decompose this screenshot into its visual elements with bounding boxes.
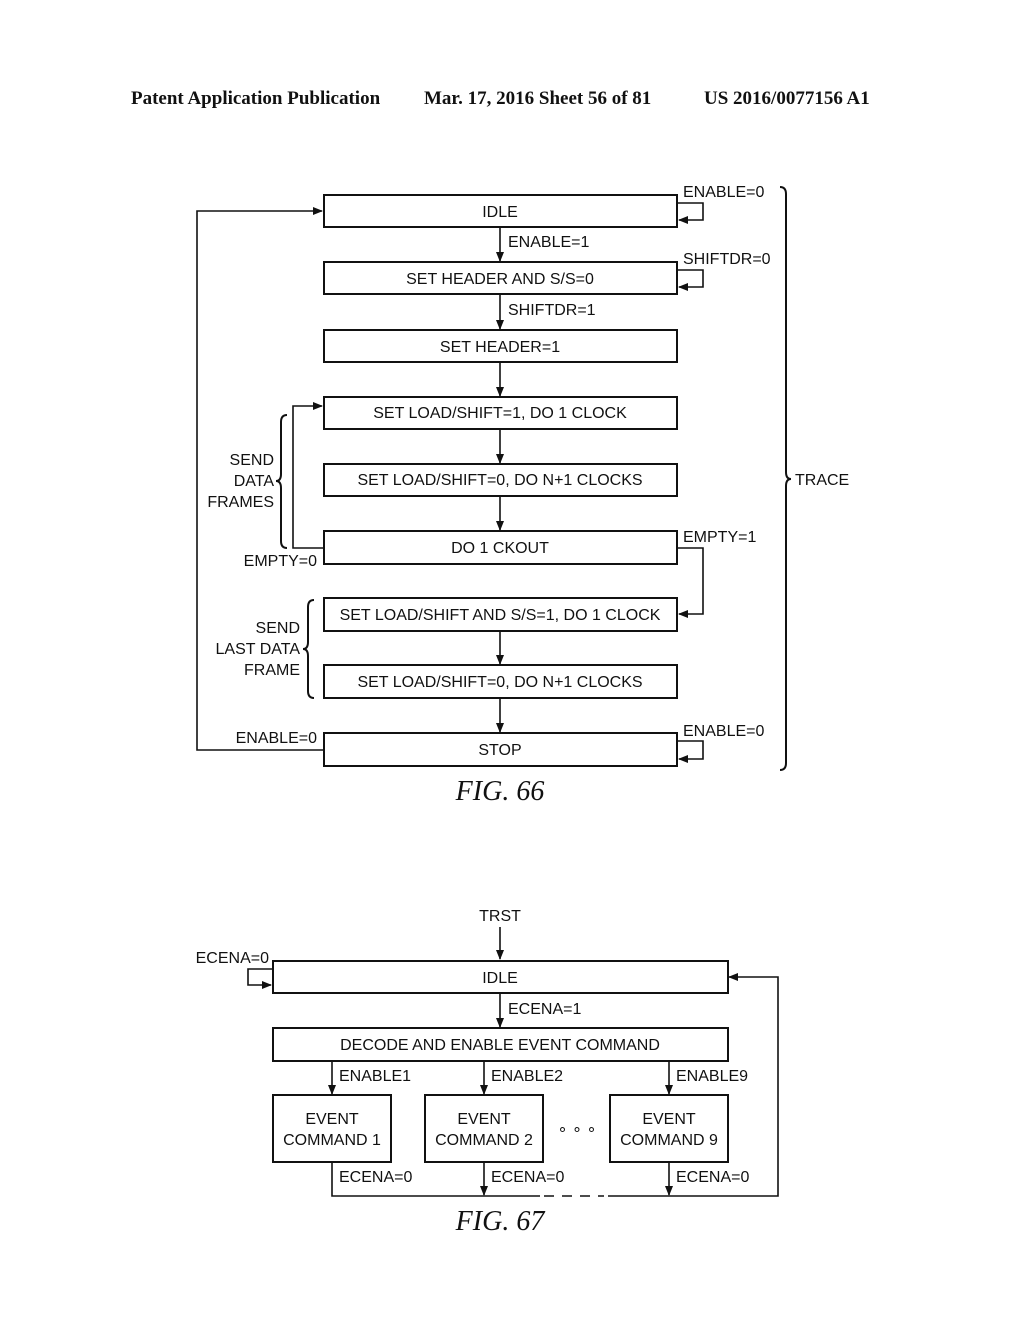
state-do-ckout: DO 1 CKOUT	[323, 530, 678, 565]
label-enable9: ENABLE9	[676, 1068, 748, 1085]
event1-label-1: EVENT	[305, 1111, 359, 1128]
state-load-shift1: SET LOAD/SHIFT=1, DO 1 CLOCK	[323, 396, 678, 430]
state-load-shift0-b: SET LOAD/SHIFT=0, DO N+1 CLOCKS	[323, 664, 678, 699]
label-enable1: ENABLE1	[339, 1068, 411, 1085]
state-idle: IDLE	[323, 194, 678, 228]
fig67-state-idle: IDLE	[272, 960, 729, 994]
ellipsis-more-events: ∘ ∘ ∘	[558, 1121, 597, 1138]
fig67-self-loop-idle	[247, 968, 272, 989]
label-ecena0-2: ECENA=0	[491, 1169, 564, 1186]
label-ecena1: ECENA=1	[508, 1001, 581, 1018]
fig67-state-idle-label: IDLE	[482, 970, 518, 987]
event9-label-1: EVENT	[642, 1111, 696, 1128]
self-loop-idle	[678, 202, 704, 224]
brace-trace	[779, 186, 792, 771]
fig67-state-decode: DECODE AND ENABLE EVENT COMMAND	[272, 1027, 729, 1062]
state-event-command-9: EVENT COMMAND 9	[609, 1094, 729, 1163]
state-load-shift0-a-label: SET LOAD/SHIFT=0, DO N+1 CLOCKS	[357, 472, 642, 489]
label-shiftdr0: SHIFTDR=0	[683, 251, 771, 268]
label-shiftdr1: SHIFTDR=1	[508, 302, 596, 319]
state-load-shift1-label: SET LOAD/SHIFT=1, DO 1 CLOCK	[373, 405, 627, 422]
state-event-command-1: EVENT COMMAND 1	[272, 1094, 392, 1163]
label-enable0-stop-to-idle: ENABLE=0	[236, 730, 317, 747]
state-set-header1: SET HEADER=1	[323, 329, 678, 363]
return-path-to-idle	[608, 973, 779, 1197]
state-set-header-ss0: SET HEADER AND S/S=0	[323, 261, 678, 295]
event9-label-2: COMMAND 9	[620, 1132, 718, 1149]
state-event-command-2: EVENT COMMAND 2	[424, 1094, 544, 1163]
fig67-diagram: TRST IDLE DECODE AND ENABLE EVENT COMMAN…	[196, 908, 779, 1237]
label-empty1: EMPTY=1	[683, 529, 756, 546]
label-ecena0-1: ECENA=0	[339, 1169, 412, 1186]
label-send-data-frames-2: DATA	[234, 473, 275, 490]
label-ecena0-9: ECENA=0	[676, 1169, 749, 1186]
event2-label-1: EVENT	[457, 1111, 511, 1128]
fig66-diagram: IDLE SET HEADER AND S/S=0 SET HEADER=1 S…	[196, 184, 849, 807]
label-send-last-2: LAST DATA	[216, 641, 301, 658]
brace-send-last-data-frame	[302, 599, 315, 699]
state-idle-label: IDLE	[482, 204, 518, 221]
state-do-ckout-label: DO 1 CKOUT	[451, 540, 549, 557]
event1-label-2: COMMAND 1	[283, 1132, 381, 1149]
state-load-shift0-a: SET LOAD/SHIFT=0, DO N+1 CLOCKS	[323, 463, 678, 497]
label-send-last-1: SEND	[256, 620, 300, 637]
label-trace: TRACE	[795, 472, 849, 489]
diagram-canvas: IDLE SET HEADER AND S/S=0 SET HEADER=1 S…	[196, 184, 850, 1237]
state-load-shift-ss1-label: SET LOAD/SHIFT AND S/S=1, DO 1 CLOCK	[340, 607, 661, 624]
label-send-last-3: FRAME	[244, 662, 300, 679]
label-enable0-idle: ENABLE=0	[683, 184, 764, 201]
fig66-caption: FIG. 66	[455, 776, 545, 807]
label-ecena0-idle: ECENA=0	[196, 950, 269, 967]
label-enable1: ENABLE=1	[508, 234, 589, 251]
event2-label-2: COMMAND 2	[435, 1132, 533, 1149]
brace-send-data-frames	[275, 414, 288, 549]
arrow-empty1	[678, 547, 704, 618]
arrow-empty0-loop	[292, 402, 323, 549]
state-stop-label: STOP	[478, 742, 521, 759]
fig67-state-decode-label: DECODE AND ENABLE EVENT COMMAND	[340, 1037, 660, 1054]
label-send-data-frames-1: SEND	[230, 452, 274, 469]
state-set-header-ss0-label: SET HEADER AND S/S=0	[406, 271, 594, 288]
state-set-header1-label: SET HEADER=1	[440, 339, 560, 356]
label-enable2: ENABLE2	[491, 1068, 563, 1085]
self-loop-stop	[678, 740, 704, 763]
state-load-shift-ss1: SET LOAD/SHIFT AND S/S=1, DO 1 CLOCK	[323, 597, 678, 632]
label-trst: TRST	[479, 908, 521, 925]
label-send-data-frames-3: FRAMES	[207, 494, 274, 511]
self-loop-header	[678, 269, 704, 291]
fig67-caption: FIG. 67	[455, 1206, 546, 1237]
state-load-shift0-b-label: SET LOAD/SHIFT=0, DO N+1 CLOCKS	[357, 674, 642, 691]
label-enable0-stop: ENABLE=0	[683, 723, 764, 740]
label-empty0: EMPTY=0	[244, 553, 317, 570]
state-stop: STOP	[323, 732, 678, 767]
